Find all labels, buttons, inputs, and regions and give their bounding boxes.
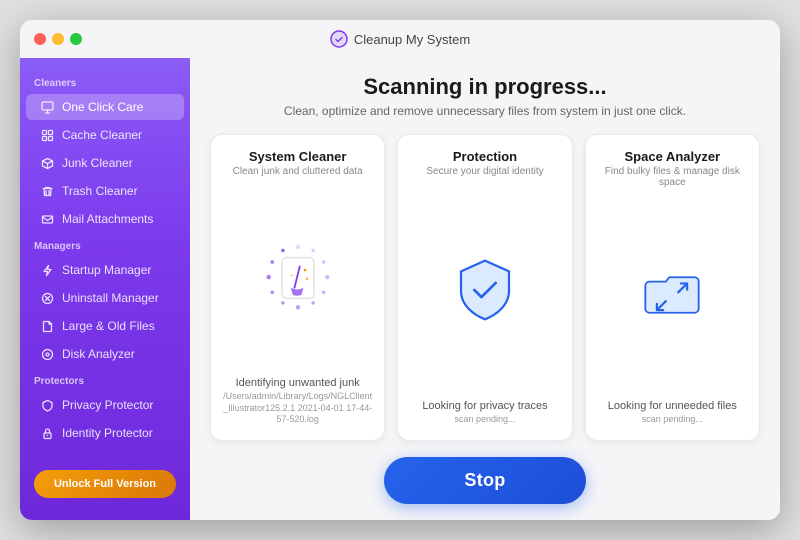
system-cleaner-title: System Cleaner — [249, 149, 347, 164]
package-icon — [40, 156, 54, 170]
sidebar-item-cache-cleaner[interactable]: Cache Cleaner — [26, 122, 184, 148]
monitor-icon — [40, 100, 54, 114]
space-analyzer-card: Space Analyzer Find bulky files & manage… — [585, 134, 760, 441]
sidebar-label-privacy-protector: Privacy Protector — [62, 398, 153, 412]
trash-icon — [40, 184, 54, 198]
sidebar-item-privacy-protector[interactable]: Privacy Protector — [26, 392, 184, 418]
traffic-lights — [34, 33, 82, 45]
system-cleaner-status: Identifying unwanted junk /Users/admin/L… — [223, 377, 372, 426]
sidebar-label-startup-manager: Startup Manager — [62, 263, 151, 277]
space-analyzer-status-text: Looking for unneeded files — [608, 400, 737, 412]
app-window: Cleanup My System Cleaners One Click Car… — [20, 20, 780, 520]
sidebar: Cleaners One Click Care — [20, 58, 190, 520]
content-header: Scanning in progress... Clean, optimize … — [210, 74, 760, 118]
protection-subtitle: Secure your digital identity — [426, 166, 543, 177]
sidebar-label-junk-cleaner: Junk Cleaner — [62, 156, 133, 170]
lock-icon — [40, 426, 54, 440]
system-cleaner-subtitle: Clean junk and cluttered data — [233, 166, 363, 177]
scanning-title: Scanning in progress... — [210, 74, 760, 100]
sidebar-item-uninstall-manager[interactable]: Uninstall Manager — [26, 285, 184, 311]
system-cleaner-illustration — [223, 187, 372, 369]
system-cleaner-status-text: Identifying unwanted junk — [223, 377, 372, 389]
space-analyzer-svg — [632, 255, 712, 335]
x-circle-icon — [40, 291, 54, 305]
titlebar: Cleanup My System — [20, 20, 780, 58]
system-cleaner-svg — [258, 238, 338, 318]
grid-icon — [40, 128, 54, 142]
protection-status: Looking for privacy traces scan pending.… — [422, 400, 547, 426]
protectors-section-label: Protectors — [20, 368, 190, 391]
stop-button[interactable]: Stop — [384, 457, 585, 504]
protection-status-detail: scan pending... — [422, 414, 547, 426]
unlock-full-version-button[interactable]: Unlock Full Version — [34, 470, 176, 498]
system-cleaner-status-detail: /Users/admin/Library/Logs/NGLClient_Illu… — [223, 391, 372, 426]
sidebar-label-cache-cleaner: Cache Cleaner — [62, 128, 142, 142]
sidebar-item-one-click-care[interactable]: One Click Care — [26, 94, 184, 120]
sidebar-label-trash-cleaner: Trash Cleaner — [62, 184, 138, 198]
shield-icon — [40, 398, 54, 412]
sidebar-bottom: Unlock Full Version — [20, 460, 190, 508]
main-content: Scanning in progress... Clean, optimize … — [190, 58, 780, 520]
app-icon — [330, 30, 348, 48]
sidebar-item-mail-attachments[interactable]: Mail Attachments — [26, 206, 184, 232]
protection-status-text: Looking for privacy traces — [422, 400, 547, 412]
sidebar-label-mail-attachments: Mail Attachments — [62, 212, 153, 226]
sidebar-item-startup-manager[interactable]: Startup Manager — [26, 257, 184, 283]
minimize-button[interactable] — [52, 33, 64, 45]
sidebar-item-trash-cleaner[interactable]: Trash Cleaner — [26, 178, 184, 204]
protection-svg — [445, 250, 525, 330]
main-layout: Cleaners One Click Care — [20, 58, 780, 520]
space-analyzer-subtitle: Find bulky files & manage disk space — [598, 166, 747, 188]
space-analyzer-title: Space Analyzer — [625, 149, 721, 164]
space-analyzer-illustration — [598, 198, 747, 392]
disc-icon — [40, 347, 54, 361]
sidebar-item-identity-protector[interactable]: Identity Protector — [26, 420, 184, 446]
sidebar-item-large-old-files[interactable]: Large & Old Files — [26, 313, 184, 339]
space-analyzer-status: Looking for unneeded files scan pending.… — [608, 400, 737, 426]
cards-row: System Cleaner Clean junk and cluttered … — [210, 134, 760, 441]
sidebar-label-uninstall-manager: Uninstall Manager — [62, 291, 159, 305]
protection-card: Protection Secure your digital identity … — [397, 134, 572, 441]
cleaners-section-label: Cleaners — [20, 70, 190, 93]
protection-illustration — [410, 187, 559, 392]
managers-section-label: Managers — [20, 233, 190, 256]
maximize-button[interactable] — [70, 33, 82, 45]
sidebar-item-junk-cleaner[interactable]: Junk Cleaner — [26, 150, 184, 176]
protection-title: Protection — [453, 149, 517, 164]
sidebar-label-disk-analyzer: Disk Analyzer — [62, 347, 135, 361]
file-icon — [40, 319, 54, 333]
mail-icon — [40, 212, 54, 226]
system-cleaner-card: System Cleaner Clean junk and cluttered … — [210, 134, 385, 441]
close-button[interactable] — [34, 33, 46, 45]
app-title: Cleanup My System — [330, 30, 470, 48]
sidebar-label-identity-protector: Identity Protector — [62, 426, 153, 440]
sidebar-label-one-click-care: One Click Care — [62, 100, 143, 114]
space-analyzer-status-detail: scan pending... — [608, 414, 737, 426]
sidebar-item-disk-analyzer[interactable]: Disk Analyzer — [26, 341, 184, 367]
stop-button-wrapper: Stop — [210, 457, 760, 504]
sidebar-label-large-old-files: Large & Old Files — [62, 319, 155, 333]
scanning-subtitle: Clean, optimize and remove unnecessary f… — [210, 104, 760, 118]
zap-icon — [40, 263, 54, 277]
